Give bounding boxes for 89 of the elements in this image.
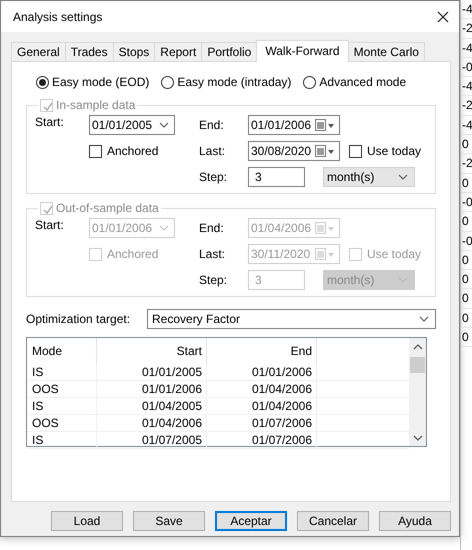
table-cell: 01/04/2006 <box>207 381 317 397</box>
table-cell: OOS <box>27 415 97 431</box>
column-header[interactable]: Start <box>97 338 207 364</box>
field-label: Optimization target: <box>26 312 132 326</box>
sheet-cell: -4 <box>461 77 472 96</box>
table-cell: IS <box>27 432 97 448</box>
sheet-cell: 0 <box>461 174 472 193</box>
radio-button[interactable] <box>303 76 316 88</box>
column-header[interactable]: End <box>207 338 317 364</box>
scroll-up-icon[interactable] <box>412 344 422 350</box>
sheet-cell: 0 <box>461 289 472 309</box>
sheet-cell: -0 <box>461 192 472 212</box>
chevron-icon <box>419 316 429 322</box>
sheet-cell: -4 <box>461 38 472 58</box>
table-cell: 01/01/2005 <box>97 364 207 380</box>
sheet-cell: -4 <box>461 116 472 136</box>
close-icon[interactable] <box>437 10 449 22</box>
tab[interactable]: Stops <box>112 42 156 61</box>
sheet-cell: -2 <box>461 154 472 174</box>
field-label: Step: <box>199 170 228 184</box>
table-cell: 01/04/2006 <box>97 415 207 431</box>
dialog-button[interactable]: Ayuda <box>379 511 451 531</box>
field-label: End: <box>199 118 225 132</box>
date-picker[interactable]: 01/01/2006 <box>248 115 340 135</box>
dialog-button[interactable]: Cancelar <box>297 511 369 531</box>
sheet-cell: 0 <box>461 135 472 154</box>
dialog-button[interactable]: Save <box>133 511 205 531</box>
sheet-cell: -2 <box>461 19 472 39</box>
sheet-cell: 0 <box>461 250 472 270</box>
field-label: Last: <box>199 247 226 261</box>
calendar-icon <box>315 119 334 131</box>
unit-dropdown[interactable]: month(s) <box>323 167 415 187</box>
tab[interactable]: Walk-Forward <box>256 40 349 62</box>
table-cell: 01/04/2006 <box>207 398 317 414</box>
group-title: In-sample data <box>56 98 136 112</box>
radio-label: Easy mode (EOD) <box>52 75 150 89</box>
sheet-cell: 0 <box>461 212 472 232</box>
field-label: Last: <box>199 144 226 158</box>
table-cell: OOS <box>27 381 97 397</box>
sheet-cell: -4 <box>461 0 472 20</box>
calendar-icon <box>315 222 334 234</box>
sheet-cell: -0 <box>461 232 472 251</box>
field-label: Start: <box>35 218 65 232</box>
checkbox[interactable] <box>89 144 102 158</box>
dialog-button[interactable]: Load <box>51 511 123 531</box>
date-picker[interactable]: 30/08/2020 <box>248 141 340 161</box>
sheet-cell: 0 <box>461 328 472 348</box>
checkbox-label: Anchored <box>107 247 158 261</box>
checkbox-label: Anchored <box>107 144 158 158</box>
scroll-down-icon[interactable] <box>412 434 422 440</box>
checkbox-label: Use today <box>367 247 422 261</box>
table-cell: 01/01/2006 <box>207 364 317 380</box>
group-title: Out-of-sample data <box>56 201 159 215</box>
radio-button[interactable] <box>36 76 49 88</box>
tab[interactable]: Report <box>154 42 202 61</box>
start-dropdown[interactable]: 01/01/2005 <box>89 115 175 135</box>
table-cell: 01/07/2006 <box>207 432 317 448</box>
tab[interactable]: General <box>11 42 66 61</box>
table-cell: IS <box>27 398 97 414</box>
step-field[interactable]: 3 <box>248 167 305 187</box>
checkbox[interactable] <box>349 144 362 158</box>
calendar-icon <box>315 145 334 157</box>
column-header[interactable]: Mode <box>27 338 97 364</box>
target-dropdown[interactable]: Recovery Factor <box>147 309 436 329</box>
chevron-icon <box>159 122 169 128</box>
field-label: End: <box>199 221 225 235</box>
table-cell: 01/04/2005 <box>97 398 207 414</box>
sheet-cell: -0 <box>461 58 472 78</box>
chevron-icon <box>398 174 408 180</box>
radio-label: Easy mode (intraday) <box>177 75 292 89</box>
scroll-thumb[interactable] <box>410 357 425 373</box>
scrollbar[interactable] <box>409 338 426 446</box>
field-label: Start: <box>35 115 65 129</box>
sheet-cell: -2 <box>461 96 472 116</box>
sheet-cell: 0 <box>461 308 472 328</box>
dialog-button[interactable]: Aceptar <box>215 511 287 531</box>
checkbox-label: Use today <box>367 144 422 158</box>
table-cell: 01/07/2006 <box>207 415 317 431</box>
radio-button[interactable] <box>161 76 174 88</box>
window-title: Analysis settings <box>13 10 102 24</box>
tab[interactable]: Monte Carlo <box>348 42 425 61</box>
radio-label: Advanced mode <box>319 75 406 89</box>
field-label: Step: <box>199 273 228 287</box>
sheet-cell: 0 <box>461 270 472 290</box>
table-cell: 01/01/2006 <box>97 381 207 397</box>
calendar-icon <box>315 248 334 260</box>
table-cell: 01/07/2005 <box>97 432 207 448</box>
chevron-icon <box>159 225 169 231</box>
table-cell: IS <box>27 364 97 380</box>
